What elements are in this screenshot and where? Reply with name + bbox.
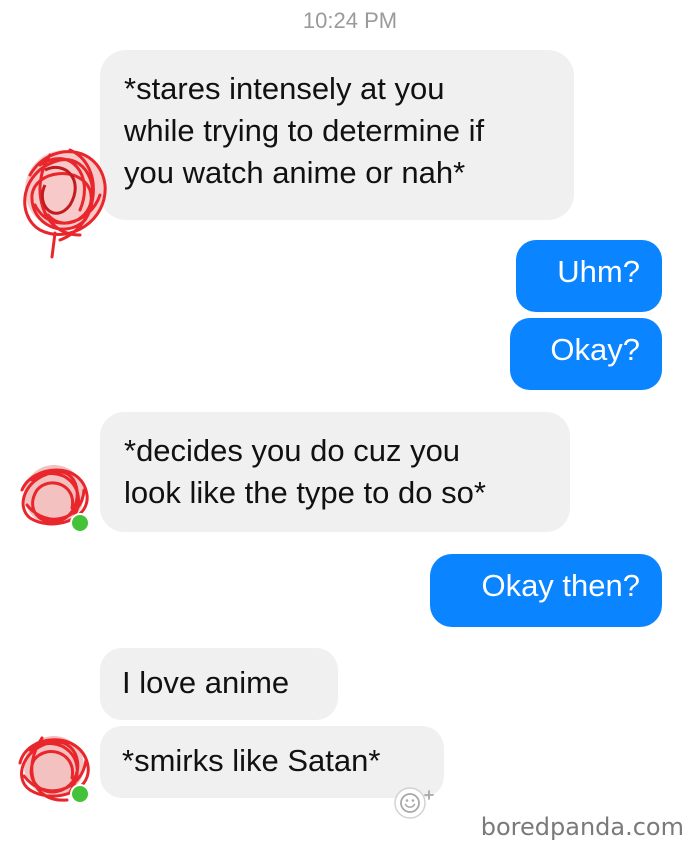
avatar-redacted-3[interactable] <box>12 728 94 808</box>
avatar-redacted-1[interactable] <box>10 135 110 260</box>
outgoing-message[interactable]: Uhm? <box>516 240 662 312</box>
incoming-message[interactable]: *stares intensely at you while trying to… <box>100 50 574 220</box>
timestamp: 10:24 PM <box>302 8 398 33</box>
outgoing-message[interactable]: Okay? <box>510 318 662 390</box>
avatar-redacted-2[interactable] <box>12 460 92 535</box>
add-reaction-smiley-icon[interactable] <box>392 786 440 820</box>
watermark: boredpanda.com <box>480 813 684 841</box>
incoming-message[interactable]: I love anime <box>100 648 338 720</box>
outgoing-message[interactable]: Okay then? <box>430 554 662 627</box>
incoming-message[interactable]: *decides you do cuz you look like the ty… <box>100 412 570 532</box>
